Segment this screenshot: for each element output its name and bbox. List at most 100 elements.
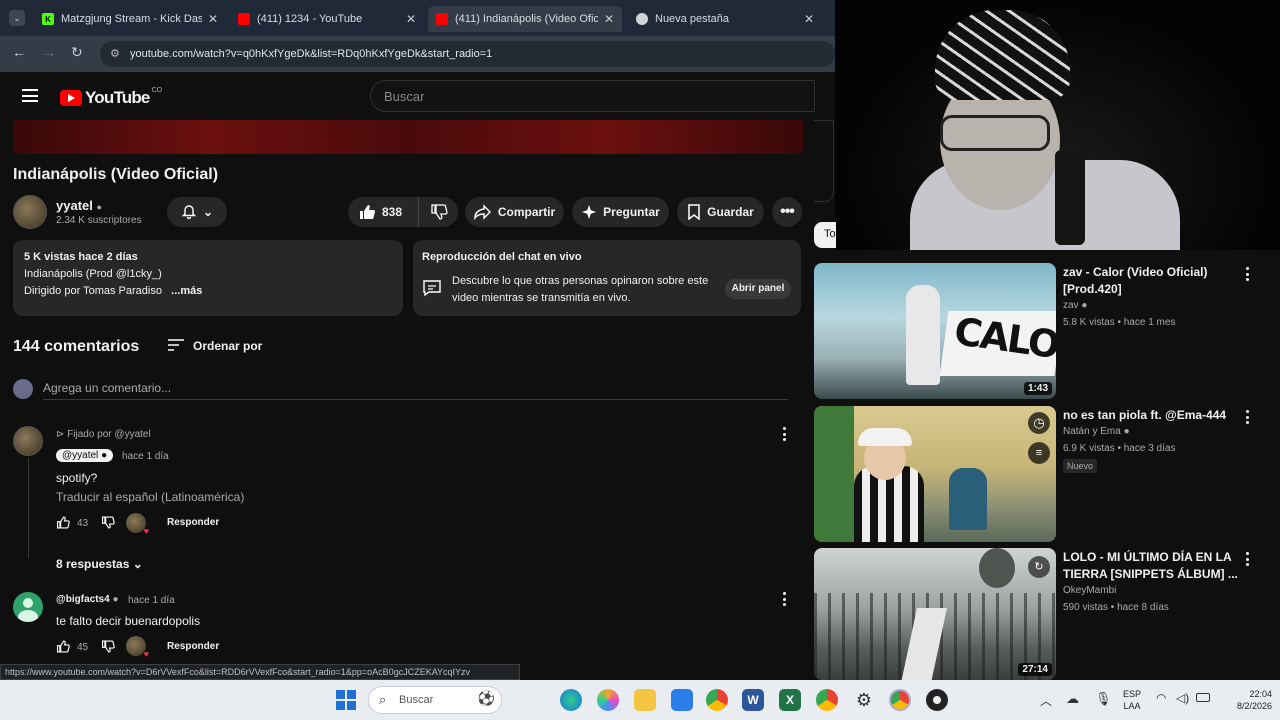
close-icon[interactable]: ✕ — [804, 12, 814, 26]
subscriber-count: 2.34 K suscriptores — [56, 215, 142, 226]
comment-menu-icon[interactable] — [782, 427, 786, 441]
battery-icon[interactable] — [1196, 693, 1210, 702]
chrome-icon[interactable] — [889, 689, 911, 711]
status-bar-url: https://www.youtube.com/watch?v=D6rVVexf… — [0, 664, 520, 680]
comment-time: hace 1 día — [122, 451, 169, 462]
clock-icon[interactable]: ◷ — [1028, 412, 1050, 434]
language-indicator[interactable]: ESP LAA — [1120, 688, 1144, 712]
tray-cloud-icon[interactable]: ☁ — [1066, 691, 1079, 707]
webcam-overlay — [835, 0, 1280, 250]
sort-icon[interactable] — [167, 338, 185, 352]
related-title[interactable]: no es tan piola ft. @Ema-444 — [1063, 407, 1238, 424]
back-icon[interactable]: ← — [12, 44, 26, 60]
thumbs-up-icon[interactable] — [56, 640, 70, 653]
reply-button[interactable]: Responder — [167, 517, 219, 528]
excel-icon[interactable]: X — [779, 689, 801, 711]
more-actions-button[interactable]: ••• — [772, 197, 802, 227]
share-button[interactable]: Compartir — [465, 197, 564, 227]
related-menu-icon[interactable] — [1245, 410, 1249, 424]
channel-avatar[interactable] — [13, 195, 47, 229]
chevron-down-icon: ⌄ — [202, 205, 214, 219]
hamburger-icon[interactable] — [22, 89, 38, 102]
close-icon[interactable]: ✕ — [604, 12, 614, 26]
ask-button[interactable]: Preguntar — [572, 197, 669, 227]
word-icon[interactable]: W — [742, 689, 764, 711]
related-channel[interactable]: OkeyMambi — [1063, 585, 1116, 596]
address-bar-row: ← → ↻ ⚙ youtube.com/watch?v=q0hKxfYgeDk&… — [0, 36, 835, 72]
youtube-logo[interactable]: YouTube CO — [60, 87, 162, 108]
related-title[interactable]: LOLO - MI ÚLTIMO DÍA EN LA TIERRA [SNIPP… — [1063, 549, 1238, 583]
mail-icon[interactable] — [671, 689, 693, 711]
wifi-icon[interactable]: ◠ — [1156, 691, 1166, 705]
related-channel[interactable]: Natán y Ema ● — [1063, 426, 1130, 437]
tab-youtube-1234[interactable]: (411) 1234 - YouTube ✕ — [230, 6, 424, 32]
kick-icon: K — [42, 13, 54, 25]
thumbnail-tree — [979, 548, 1015, 588]
tab-kick[interactable]: K Matzgjung Stream - Kick Dashb ✕ — [34, 6, 226, 32]
clock-icon[interactable]: ↻ — [1028, 556, 1050, 578]
tab-menu-icon[interactable]: ⌄ — [9, 10, 25, 26]
close-icon[interactable]: ✕ — [406, 12, 416, 26]
dislike-button[interactable] — [418, 197, 458, 227]
file-explorer-icon[interactable] — [634, 689, 656, 711]
open-panel-button[interactable]: Abrir panel — [725, 279, 791, 299]
settings-icon[interactable]: ⚙ — [853, 689, 875, 711]
comment-menu-icon[interactable] — [782, 592, 786, 606]
edge-icon[interactable] — [560, 689, 582, 711]
volume-icon[interactable]: ◁) — [1176, 691, 1189, 705]
forward-icon[interactable]: → — [42, 44, 56, 60]
thumbs-down-icon[interactable] — [101, 640, 115, 653]
webcam-microphone — [1055, 150, 1085, 245]
thumbs-down-icon[interactable] — [101, 516, 115, 529]
bookmark-icon — [688, 204, 700, 220]
reload-icon[interactable]: ↻ — [71, 44, 83, 61]
search-highlight-icon: ⚽ — [477, 690, 495, 706]
bell-icon — [181, 205, 197, 220]
microphone-icon[interactable]: 🎙 — [1095, 691, 1112, 707]
thumbnail-plant — [814, 406, 854, 542]
copilot-icon[interactable] — [597, 689, 619, 711]
related-menu-icon[interactable] — [1245, 267, 1249, 281]
reply-button[interactable]: Responder — [167, 641, 219, 652]
related-thumbnail[interactable]: CALOR 1:43 — [814, 263, 1056, 399]
comment-avatar[interactable] — [13, 592, 43, 622]
translate-link[interactable]: Traducir al español (Latinoamérica) — [56, 490, 244, 504]
comment-author-badge[interactable]: @yyatel ● — [56, 449, 114, 462]
chevron-up-icon[interactable]: ︿ — [1040, 692, 1052, 709]
related-thumbnail[interactable]: ◷ ≡ — [814, 406, 1056, 542]
close-icon[interactable]: ✕ — [208, 12, 218, 26]
more-link[interactable]: ...más — [171, 285, 202, 297]
related-title[interactable]: zav - Calor (Video Oficial) [Prod.420] — [1063, 264, 1238, 298]
taskbar-search[interactable]: ⌕ Buscar ⚽ — [368, 686, 502, 714]
notifications-button[interactable]: ⌄ — [167, 197, 227, 227]
add-comment-input[interactable]: Agrega un comentario... — [43, 381, 171, 395]
thumbs-up-icon[interactable] — [56, 516, 70, 529]
tab-new[interactable]: Nueva pestaña ✕ — [628, 6, 822, 32]
clock[interactable]: 22:04 8/2/2026 — [1216, 688, 1272, 712]
comment-author[interactable]: @bigfacts4 ● — [56, 594, 118, 605]
tab-youtube-indianapolis[interactable]: (411) Indianápolis (Video Oficia ✕ — [428, 6, 622, 32]
start-icon[interactable] — [336, 690, 356, 710]
comment-avatar[interactable] — [13, 426, 43, 456]
obs-icon[interactable] — [926, 689, 948, 711]
url-field[interactable]: ⚙ youtube.com/watch?v=q0hKxfYgeDk&list=R… — [100, 41, 835, 67]
related-chip[interactable]: To — [814, 222, 836, 248]
queue-icon[interactable]: ≡ — [1028, 442, 1050, 464]
channel-name[interactable]: yyatel ● — [56, 198, 102, 213]
video-player[interactable] — [13, 120, 803, 154]
related-thumbnail[interactable]: ↻ 27:14 — [814, 548, 1056, 680]
video-duration: 1:43 — [1023, 382, 1052, 395]
site-info-icon[interactable]: ⚙ — [110, 47, 120, 60]
thumbs-down-icon — [430, 204, 448, 220]
chrome-icon[interactable] — [706, 689, 728, 711]
replies-toggle[interactable]: 8 respuestas ⌄ — [56, 557, 143, 571]
search-input[interactable]: Buscar — [370, 80, 815, 112]
related-channel[interactable]: zav ● — [1063, 300, 1087, 311]
creator-heart-avatar: ♥ — [126, 513, 149, 536]
save-button[interactable]: Guardar — [677, 197, 764, 227]
chrome-icon[interactable] — [816, 689, 838, 711]
related-menu-icon[interactable] — [1245, 552, 1249, 566]
like-button[interactable]: 838 — [348, 197, 418, 227]
sort-button[interactable]: Ordenar por — [193, 339, 262, 353]
comment-like-count: 43 — [77, 518, 89, 529]
